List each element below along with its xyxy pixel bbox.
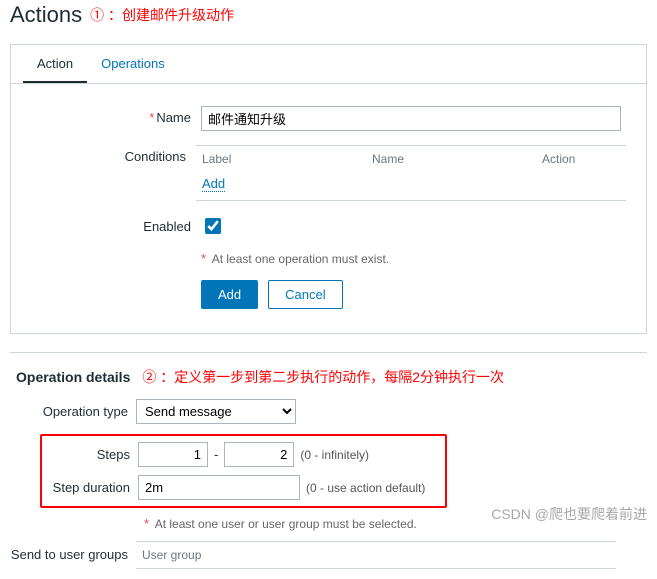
- step-duration-label: Step duration: [46, 480, 138, 495]
- operation-details-section: Operation details ② ：定义第一步到第二步执行的动作，每隔2分…: [10, 352, 647, 569]
- operation-details-title: Operation details: [16, 369, 130, 385]
- cond-col-name: Name: [372, 152, 542, 166]
- step-duration-input[interactable]: [138, 475, 300, 500]
- operation-required-hint: At least one operation must exist.: [212, 252, 389, 266]
- tab-operations[interactable]: Operations: [87, 45, 179, 83]
- steps-dash: -: [208, 447, 224, 462]
- cond-col-label: Label: [202, 152, 372, 166]
- cancel-button[interactable]: Cancel: [268, 280, 342, 309]
- page-title: Actions: [10, 2, 82, 28]
- operation-type-select[interactable]: Send message: [136, 399, 296, 424]
- steps-to-input[interactable]: [224, 442, 294, 467]
- name-input[interactable]: [201, 106, 621, 131]
- operation-type-label: Operation type: [10, 404, 136, 419]
- conditions-table: Label Name Action Add: [196, 145, 626, 201]
- name-label: *Name: [31, 106, 201, 125]
- steps-highlight-box: Steps - (0 - infinitely) Step duration (…: [40, 434, 447, 508]
- conditions-label: Conditions: [31, 145, 196, 164]
- tab-action[interactable]: Action: [23, 45, 87, 83]
- send-to-user-groups-label: Send to user groups: [10, 541, 136, 562]
- cond-col-action: Action: [542, 152, 620, 166]
- duration-hint: (0 - use action default): [306, 481, 425, 495]
- user-required-hint: At least one user or user group must be …: [155, 517, 417, 531]
- annotation-1: ① ：创建邮件升级动作: [90, 5, 234, 25]
- user-groups-table: User group: [136, 541, 616, 569]
- steps-hint: (0 - infinitely): [300, 448, 369, 462]
- enabled-label: Enabled: [31, 215, 201, 234]
- annotation-2: ② ：定义第一步到第二步执行的动作，每隔2分钟执行一次: [142, 367, 504, 387]
- add-button[interactable]: Add: [201, 280, 258, 309]
- action-panel: Action Operations *Name Conditions Label…: [10, 44, 647, 334]
- user-group-col: User group: [136, 542, 616, 568]
- tab-strip: Action Operations: [11, 45, 646, 84]
- steps-label: Steps: [46, 447, 138, 462]
- enabled-checkbox[interactable]: [205, 218, 221, 234]
- add-condition-link[interactable]: Add: [202, 176, 225, 192]
- steps-from-input[interactable]: [138, 442, 208, 467]
